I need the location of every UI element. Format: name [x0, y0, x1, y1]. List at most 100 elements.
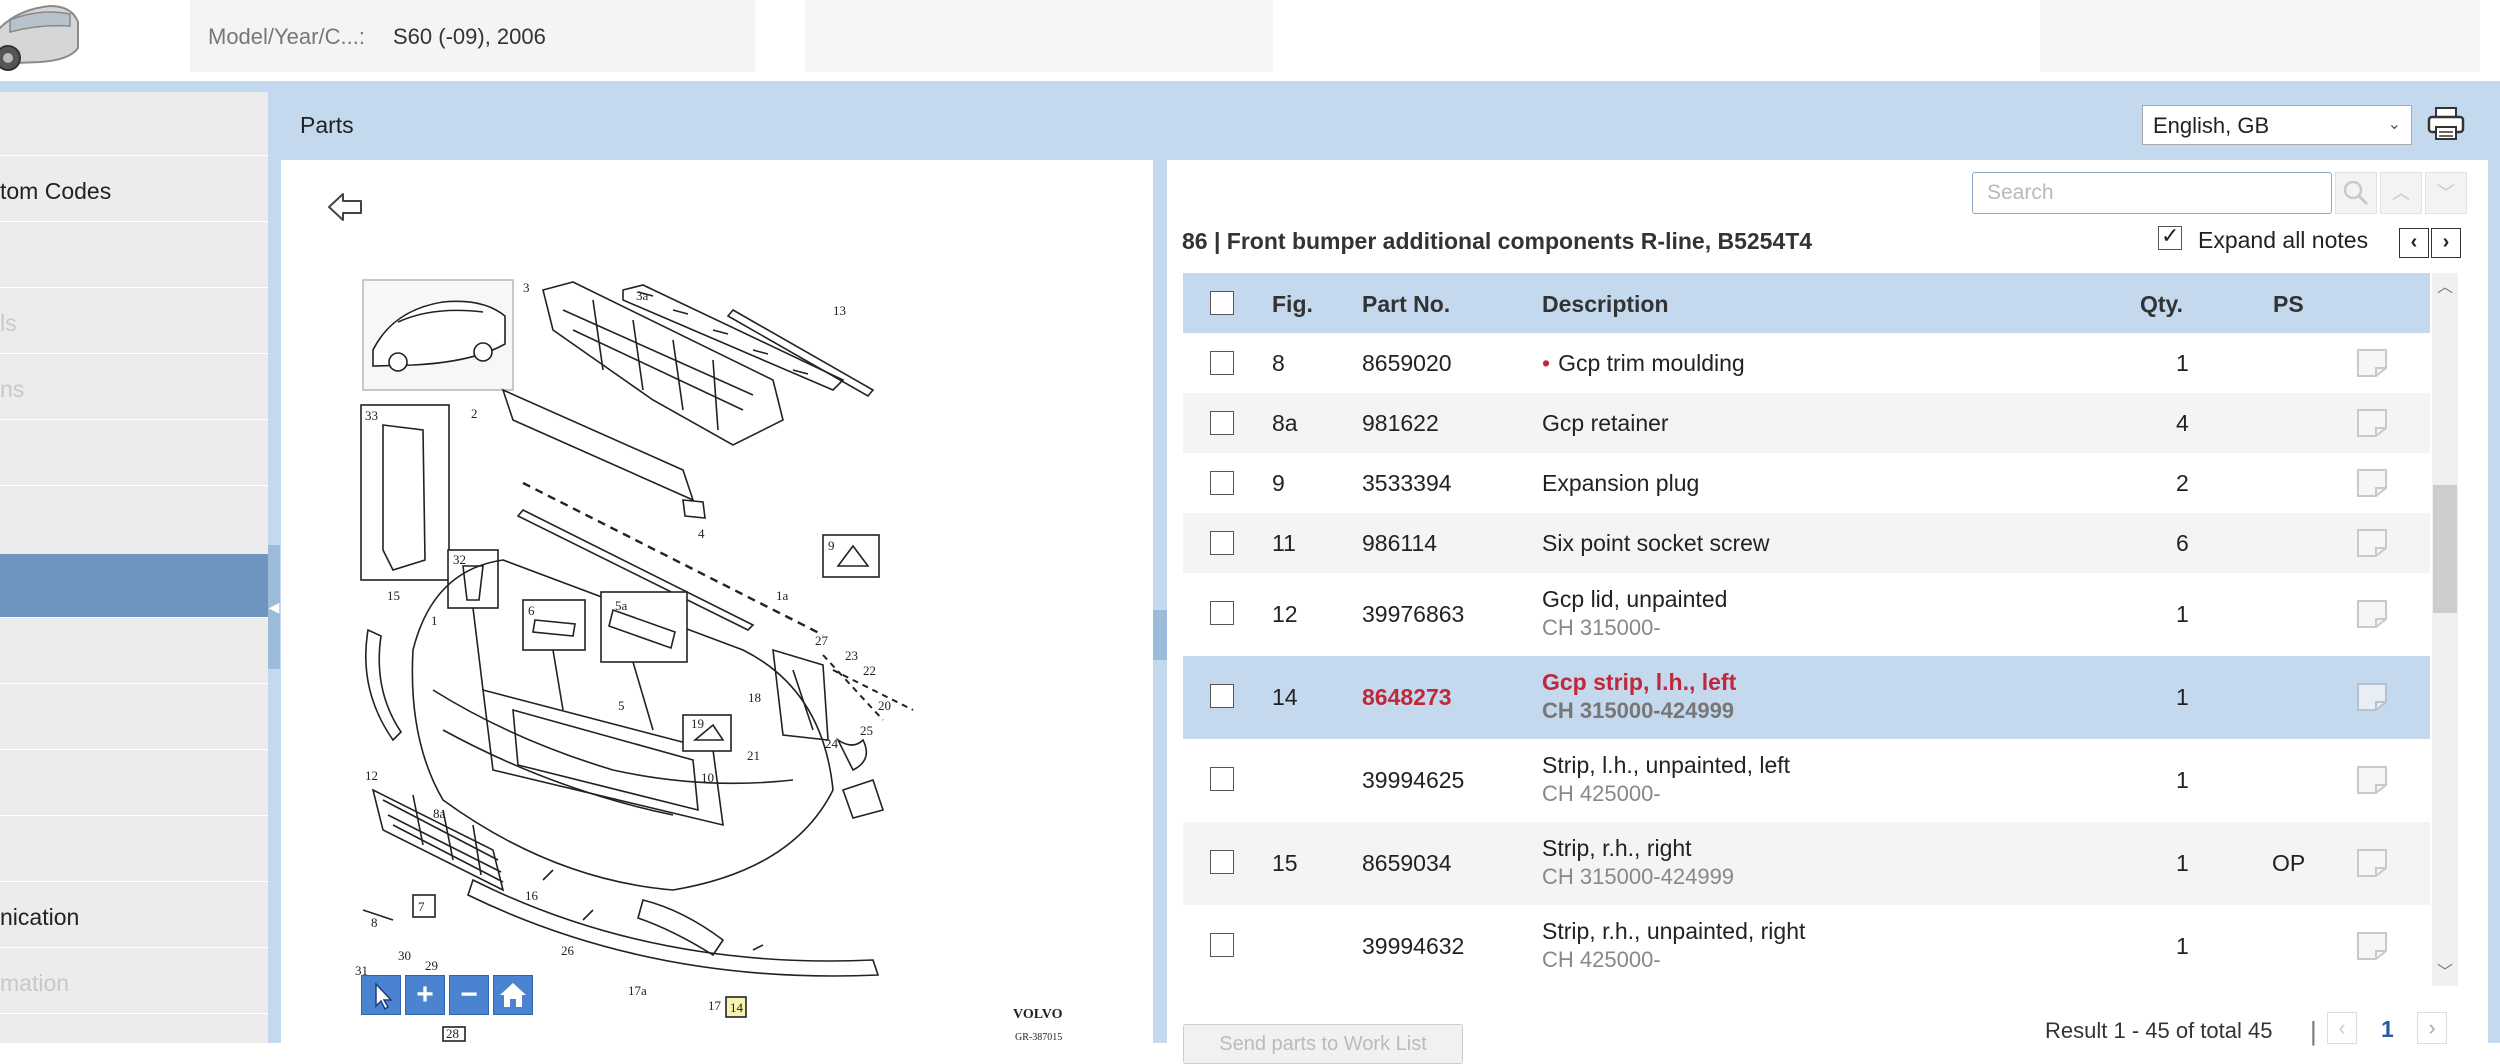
car-thumbnail-icon	[0, 4, 79, 71]
panel-collapse-handle[interactable]	[1153, 610, 1167, 660]
col-header-description[interactable]: Description	[1542, 291, 1669, 318]
note-icon[interactable]	[2356, 528, 2388, 558]
prev-section-button[interactable]: ‹	[2399, 228, 2429, 258]
pointer-tool-button[interactable]	[361, 975, 401, 1015]
scroll-down-icon[interactable]: ﹀	[2432, 960, 2458, 986]
sidebar-item-communication[interactable]: nication	[0, 884, 268, 948]
current-page[interactable]: 1	[2381, 1016, 2394, 1043]
callout-label: 26	[561, 943, 575, 958]
search-next-button[interactable]: ﹀	[2425, 172, 2467, 214]
row-checkbox[interactable]	[1210, 933, 1234, 957]
table-row[interactable]: 8a 981622 Gcp retainer 4	[1183, 393, 2430, 453]
table-row[interactable]: 8 8659020 • Gcp trim moulding 1	[1183, 333, 2430, 393]
page-first-icon[interactable]: |	[2310, 1016, 2317, 1047]
page-prev-button[interactable]: ‹	[2327, 1012, 2357, 1044]
callout-label: 9	[828, 538, 835, 553]
callout-label: 7	[418, 899, 425, 914]
back-arrow-icon[interactable]	[325, 190, 365, 224]
top-header: Model/Year/C...: S60 (-09), 2006	[0, 0, 2500, 82]
row-checkbox[interactable]	[1210, 850, 1234, 874]
col-header-qty[interactable]: Qty.	[2140, 291, 2183, 318]
parts-title: Parts	[300, 112, 354, 138]
sidebar-item[interactable]	[0, 620, 268, 684]
sidebar-item[interactable]	[0, 92, 268, 156]
row-checkbox[interactable]	[1210, 471, 1234, 495]
sidebar-item[interactable]	[0, 752, 268, 816]
callout-label: 8	[371, 915, 378, 930]
row-part-no: 8659020	[1362, 350, 1452, 376]
scroll-up-icon[interactable]: ︿	[2432, 275, 2458, 301]
callout-label: 5a	[615, 598, 628, 613]
table-row-selected[interactable]: 14 8648273 Gcp strip, l.h., left CH 3150…	[1183, 656, 2430, 739]
send-to-work-list-button[interactable]: Send parts to Work List	[1183, 1024, 1463, 1064]
note-icon[interactable]	[2356, 682, 2388, 712]
sidebar-item[interactable]	[0, 686, 268, 750]
table-row[interactable]: 9 3533394 Expansion plug 2	[1183, 453, 2430, 513]
sidebar-item-disabled: ns	[0, 356, 268, 420]
sidebar-item[interactable]	[0, 422, 268, 486]
table-row[interactable]: 15 8659034 Strip, r.h., right CH 315000-…	[1183, 822, 2430, 905]
callout-label: 5	[618, 698, 625, 713]
sidebar-collapse-handle[interactable]: ◀	[268, 545, 280, 669]
next-section-button[interactable]: ›	[2431, 228, 2461, 258]
language-select[interactable]: English, GB ⌄	[2142, 105, 2412, 145]
note-icon[interactable]	[2356, 931, 2388, 961]
row-qty: 1	[2176, 767, 2189, 793]
table-row[interactable]: 39994632 Strip, r.h., unpainted, right C…	[1183, 905, 2430, 986]
zoom-in-button[interactable]: +	[405, 975, 445, 1015]
search-input[interactable]	[1972, 172, 2332, 214]
row-checkbox[interactable]	[1210, 601, 1234, 625]
table-row[interactable]: 12 39976863 Gcp lid, unpainted CH 315000…	[1183, 573, 2430, 656]
note-icon[interactable]	[2356, 848, 2388, 878]
callout-label: 16	[525, 888, 539, 903]
reset-view-button[interactable]	[493, 975, 533, 1015]
model-value: S60 (-09), 2006	[393, 24, 546, 49]
header-field-empty	[2040, 0, 2480, 72]
zoom-out-button[interactable]: −	[449, 975, 489, 1015]
search-prev-button[interactable]: ︿	[2380, 172, 2422, 214]
model-year-box: Model/Year/C...: S60 (-09), 2006	[190, 0, 755, 72]
note-icon[interactable]	[2356, 765, 2388, 795]
chevron-right-icon: ›	[2428, 1015, 2436, 1040]
row-part-no: 3533394	[1362, 470, 1452, 496]
table-row[interactable]: 11 986114 Six point socket screw 6	[1183, 513, 2430, 573]
note-icon[interactable]	[2356, 468, 2388, 498]
sidebar-item[interactable]	[0, 818, 268, 882]
row-chassis-range: CH 315000-	[1542, 615, 1661, 640]
expand-all-notes-toggle[interactable]: Expand all notes	[2158, 223, 2368, 256]
page-next-button[interactable]: ›	[2417, 1012, 2447, 1044]
row-part-no: 8659034	[1362, 850, 1452, 876]
note-icon[interactable]	[2356, 348, 2388, 378]
panel-divider[interactable]	[1153, 160, 1167, 1043]
table-row[interactable]: 39994625 Strip, l.h., unpainted, left CH…	[1183, 739, 2430, 822]
row-fig: 11	[1272, 530, 1296, 556]
row-checkbox[interactable]	[1210, 684, 1234, 708]
note-icon[interactable]	[2356, 408, 2388, 438]
diagram-panel: 3 3a 13 33 2 4 9 32 1a 15 1 6 5a 27 23 2…	[280, 160, 1153, 1043]
select-all-checkbox[interactable]	[1210, 291, 1234, 315]
row-checkbox[interactable]	[1210, 351, 1234, 375]
col-header-ps[interactable]: PS	[2273, 291, 2304, 318]
language-value: English, GB	[2153, 113, 2270, 138]
scrollbar-thumb[interactable]	[2433, 485, 2457, 613]
sidebar-item-custom-codes[interactable]: tom Codes	[0, 158, 268, 222]
row-checkbox[interactable]	[1210, 411, 1234, 435]
sidebar-item-active[interactable]	[0, 554, 268, 618]
row-description: Strip, r.h., right	[1542, 835, 1692, 861]
row-chassis-range: CH 425000-	[1542, 781, 1661, 806]
parts-exploded-diagram[interactable]: 3 3a 13 33 2 4 9 32 1a 15 1 6 5a 27 23 2…	[353, 270, 1153, 1043]
col-header-part-no[interactable]: Part No.	[1362, 291, 1450, 318]
col-header-fig[interactable]: Fig.	[1272, 291, 1313, 318]
callout-label: 1	[431, 613, 438, 628]
vertical-scrollbar[interactable]	[2432, 273, 2458, 986]
row-description: Expansion plug	[1542, 470, 1700, 496]
row-checkbox[interactable]	[1210, 767, 1234, 791]
row-checkbox[interactable]	[1210, 531, 1234, 555]
callout-label: 12	[365, 768, 378, 783]
print-icon[interactable]	[2426, 106, 2466, 142]
search-button[interactable]	[2335, 172, 2377, 214]
row-part-no: 986114	[1362, 530, 1438, 556]
note-icon[interactable]	[2356, 599, 2388, 629]
expand-all-notes-checkbox[interactable]	[2158, 223, 2182, 250]
sidebar-item[interactable]	[0, 224, 268, 288]
